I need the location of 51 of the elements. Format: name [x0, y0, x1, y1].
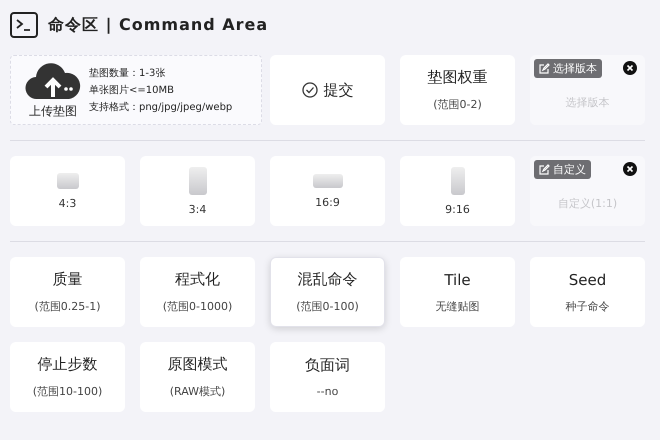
ratio-label: 3:4	[188, 202, 206, 216]
card-subtitle: --no	[316, 385, 338, 398]
card-title: Seed	[568, 270, 606, 288]
ratio-card[interactable]: 16:9	[270, 156, 385, 226]
terminal-icon	[10, 12, 38, 38]
card-title: 质量	[52, 270, 82, 289]
submit-button[interactable]: 提交	[270, 55, 385, 125]
ratio-shape-icon	[56, 172, 78, 188]
ratio-shape-icon	[312, 174, 342, 188]
card-title: 垫图权重	[428, 68, 488, 87]
ratio-label: 16:9	[315, 196, 340, 208]
card-subtitle: (范围0-2)	[433, 97, 482, 112]
ratio-label: 9:16	[445, 202, 470, 216]
parameter-card[interactable]: 原图模式 (RAW模式)	[140, 342, 255, 412]
ratio-shape-icon	[188, 166, 206, 194]
card-title: 原图模式	[168, 355, 228, 374]
card-title: 停止步数	[38, 355, 98, 374]
edit-icon	[539, 164, 550, 175]
card-title: 混乱命令	[298, 270, 358, 289]
parameter-card[interactable]: Seed 种子命令	[530, 257, 645, 327]
edit-icon	[539, 63, 550, 74]
parameter-card[interactable]: 停止步数 (范围10-100)	[10, 342, 125, 412]
card-subtitle: (范围0.25-1)	[34, 299, 101, 314]
card-title: 负面词	[305, 356, 350, 375]
card-subtitle: 无缝贴图	[436, 298, 480, 314]
card-subtitle: (RAW模式)	[170, 384, 226, 399]
parameter-card[interactable]: Tile 无缝贴图	[400, 257, 515, 327]
parameter-card[interactable]: 程式化 (范围0-1000)	[140, 257, 255, 327]
card-title: Tile	[444, 270, 471, 288]
upload-note: 垫图数量：1-3张	[89, 66, 166, 80]
card-subtitle: (范围10-100)	[32, 384, 102, 399]
card-subtitle: (范围0-1000)	[162, 299, 232, 314]
ratio-card[interactable]: 9:16	[400, 156, 515, 226]
parameter-card[interactable]: 质量 (范围0.25-1)	[10, 257, 125, 327]
upload-note: 单张图片<=10MB	[89, 84, 175, 97]
weight-card[interactable]: 垫图权重 (范围0-2)	[400, 55, 515, 125]
parameter-card[interactable]: 混乱命令 (范围0-100)	[270, 257, 385, 327]
ratio-card[interactable]: 4:3	[10, 156, 125, 226]
card-subtitle: (范围0-100)	[296, 299, 359, 314]
ratio-label: 4:3	[58, 196, 76, 210]
parameter-card[interactable]: 负面词 --no	[270, 342, 385, 412]
ratio-shape-icon	[450, 166, 464, 194]
page-title: 命令区 | Command Area	[48, 14, 268, 36]
ratio-card[interactable]: 3:4	[140, 156, 255, 226]
card-title: 程式化	[175, 270, 220, 289]
upload-area[interactable]: 上传垫图 垫图数量：1-3张 单张图片<=10MB 支持格式：png/jpg/jpeg/webp	[10, 55, 262, 125]
upload-note: 支持格式：png/jpg/jpeg/webp	[89, 100, 232, 114]
upload-label: 上传垫图	[29, 102, 77, 120]
check-circle-icon	[302, 82, 318, 98]
card-subtitle: 种子命令	[566, 298, 610, 314]
cloud-upload-icon	[25, 60, 81, 100]
